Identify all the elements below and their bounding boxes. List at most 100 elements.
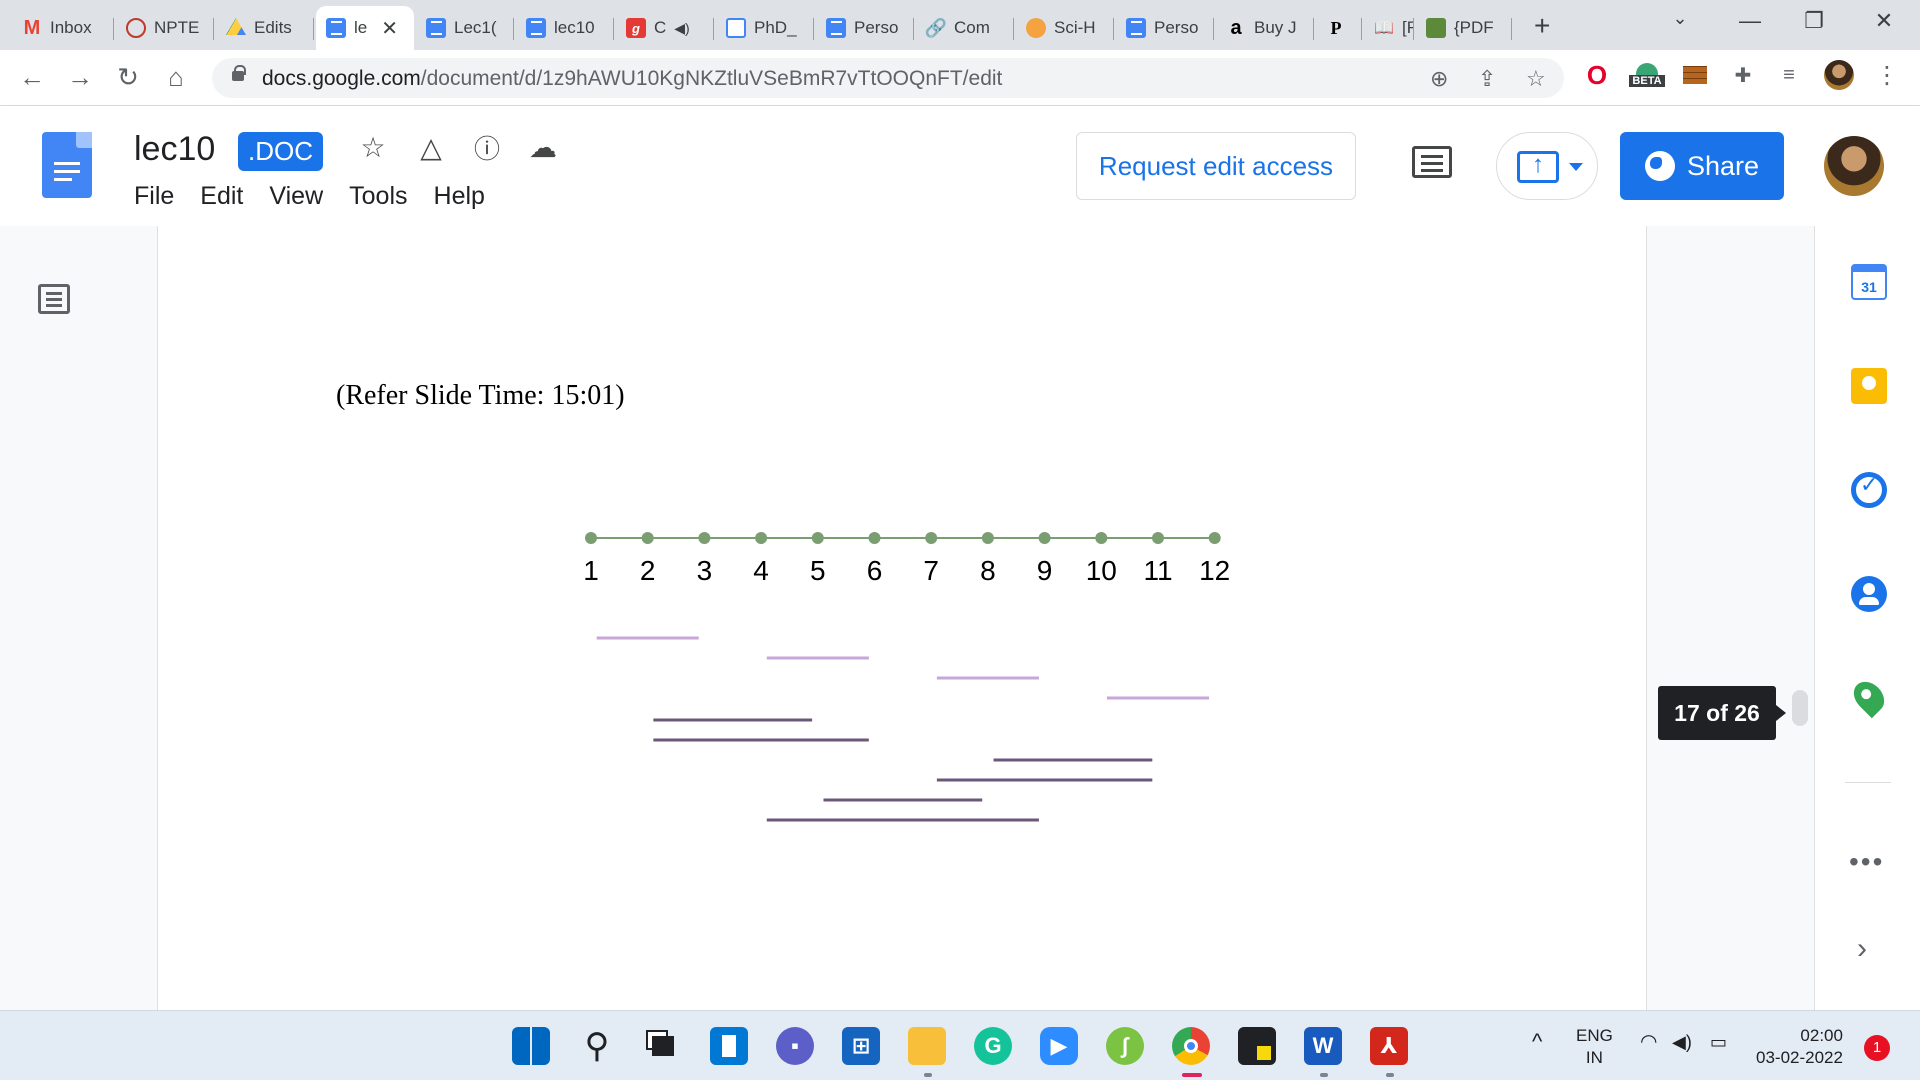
- maps-icon[interactable]: [1847, 675, 1891, 719]
- keep-icon[interactable]: [1851, 368, 1887, 404]
- minimize-button[interactable]: —: [1730, 8, 1770, 34]
- speaker-icon[interactable]: ◀): [674, 20, 689, 37]
- search-icon[interactable]: ⚲: [578, 1027, 616, 1065]
- move-to-drive-icon[interactable]: △: [414, 130, 448, 164]
- widgets-icon[interactable]: [710, 1027, 748, 1065]
- media-control-icon[interactable]: ≡: [1774, 60, 1804, 90]
- tab-pdf[interactable]: {PDF: [1416, 6, 1512, 50]
- language-indicator[interactable]: ENG IN: [1576, 1025, 1613, 1069]
- close-icon[interactable]: ✕: [381, 16, 398, 41]
- file-explorer-icon[interactable]: [908, 1027, 946, 1065]
- restore-button[interactable]: ❐: [1794, 8, 1834, 34]
- timeline-tick-label: 12: [1199, 555, 1230, 586]
- tab-active-doc[interactable]: le ✕: [316, 6, 414, 50]
- pdf-site-icon: [1426, 18, 1446, 38]
- tab-phd[interactable]: PhD_: [716, 6, 814, 50]
- region-code: IN: [1585, 1048, 1603, 1067]
- cloud-status-icon[interactable]: ☁: [526, 130, 560, 164]
- menu-edit[interactable]: Edit: [200, 182, 243, 211]
- task-view-icon[interactable]: [644, 1027, 682, 1065]
- brick-extension-icon[interactable]: [1680, 60, 1710, 90]
- menu-view[interactable]: View: [269, 182, 323, 211]
- chevron-right-icon[interactable]: ›: [1857, 932, 1867, 966]
- tab-perso-1[interactable]: Perso: [816, 6, 914, 50]
- present-button[interactable]: [1496, 132, 1598, 200]
- tab-book[interactable]: 📖 [F: [1364, 6, 1414, 50]
- timeline-point: [1038, 532, 1051, 544]
- info-icon[interactable]: ⓘ: [470, 130, 504, 164]
- extensions-puzzle-icon[interactable]: ✚: [1728, 60, 1758, 90]
- menu-help[interactable]: Help: [434, 182, 485, 211]
- tab-scihub[interactable]: Sci-H: [1016, 6, 1114, 50]
- document-outline-icon[interactable]: [38, 284, 70, 314]
- docs-header: lec10 .DOC ☆ △ ⓘ ☁ File Edit View Tools …: [0, 106, 1920, 226]
- timeline-point: [1208, 532, 1221, 544]
- chrome-icon[interactable]: [1172, 1027, 1210, 1065]
- word-icon[interactable]: W: [1304, 1027, 1342, 1065]
- beta-extension-icon[interactable]: BETA: [1628, 60, 1666, 90]
- opera-extension-icon[interactable]: O: [1582, 60, 1612, 90]
- grammarly-taskbar-icon[interactable]: G: [974, 1027, 1012, 1065]
- sticky-notes-icon[interactable]: [1238, 1027, 1276, 1065]
- scrollbar-thumb[interactable]: [1792, 690, 1808, 726]
- docs-icon: [1126, 18, 1146, 38]
- tab-label: PhD_: [754, 18, 797, 37]
- browser-menu-icon[interactable]: ⋮: [1872, 60, 1902, 90]
- forward-button[interactable]: →: [64, 62, 96, 93]
- more-addons-icon[interactable]: •••: [1849, 846, 1884, 878]
- zoom-icon[interactable]: ⊕: [1430, 66, 1448, 92]
- menu-tools[interactable]: Tools: [349, 182, 407, 211]
- tab-p[interactable]: P: [1316, 6, 1362, 50]
- chevron-down-icon: [1569, 163, 1583, 171]
- zoom-icon[interactable]: ▶: [1040, 1027, 1078, 1065]
- acrobat-icon[interactable]: ⅄: [1370, 1027, 1408, 1065]
- tab-lec1[interactable]: Lec1(: [416, 6, 514, 50]
- share-page-icon[interactable]: ⇪: [1478, 66, 1496, 92]
- start-icon[interactable]: [512, 1027, 550, 1065]
- menu-file[interactable]: File: [134, 182, 174, 211]
- chevron-up-icon[interactable]: ^: [1532, 1031, 1542, 1053]
- tab-amazon[interactable]: a Buy J: [1216, 6, 1314, 50]
- scihub-icon: [1026, 18, 1046, 38]
- wifi-icon[interactable]: ◠: [1640, 1031, 1657, 1053]
- share-button[interactable]: Share: [1620, 132, 1784, 200]
- tab-audio[interactable]: g C ◀): [616, 6, 714, 50]
- tab-search-icon[interactable]: ⌄: [1660, 8, 1700, 29]
- docs-logo-icon[interactable]: [42, 132, 92, 198]
- contacts-icon[interactable]: [1851, 576, 1887, 612]
- tab-perso-2[interactable]: Perso: [1116, 6, 1214, 50]
- teams-chat-icon[interactable]: ▪: [776, 1027, 814, 1065]
- comments-icon[interactable]: [1412, 146, 1452, 178]
- reload-button[interactable]: ↻: [112, 62, 144, 93]
- battery-icon[interactable]: ▭: [1710, 1031, 1727, 1053]
- profile-avatar[interactable]: [1824, 60, 1854, 90]
- calendar-icon[interactable]: 31: [1851, 264, 1887, 300]
- side-panel-divider: [1845, 782, 1891, 783]
- document-page: (Refer Slide Time: 15:01) 1 2 3 4 5 6 7 8 9 10 11 1…: [157, 226, 1647, 1010]
- tab-nptel[interactable]: NPTE: [116, 6, 214, 50]
- tab-lec10[interactable]: lec10: [516, 6, 614, 50]
- store-icon[interactable]: ⊞: [842, 1027, 880, 1065]
- timeline-point: [925, 532, 938, 544]
- bookmark-star-icon[interactable]: ☆: [1526, 66, 1546, 92]
- volume-icon[interactable]: ◀): [1672, 1031, 1692, 1053]
- timeline-tick-label: 2: [640, 555, 656, 586]
- notification-badge[interactable]: 1: [1864, 1035, 1890, 1061]
- address-bar[interactable]: docs.google.com/document/d/1z9hAWU10KgNK…: [212, 58, 1564, 98]
- close-window-button[interactable]: ✕: [1864, 8, 1904, 34]
- home-button[interactable]: ⌂: [160, 62, 192, 93]
- new-tab-button[interactable]: +: [1534, 10, 1550, 42]
- tab-inbox[interactable]: M Inbox: [12, 6, 114, 50]
- evernote-icon[interactable]: ∫: [1106, 1027, 1144, 1065]
- request-edit-access-button[interactable]: Request edit access: [1076, 132, 1356, 200]
- star-icon[interactable]: ☆: [356, 130, 390, 164]
- tab-com[interactable]: 🔗 Com: [916, 6, 1014, 50]
- account-avatar[interactable]: [1824, 136, 1884, 196]
- tab-edits[interactable]: Edits: [216, 6, 314, 50]
- tasks-icon[interactable]: [1851, 472, 1887, 508]
- document-title[interactable]: lec10: [134, 130, 215, 169]
- tab-label: Inbox: [50, 18, 92, 37]
- clock[interactable]: 02:00 03-02-2022: [1756, 1025, 1843, 1069]
- back-button[interactable]: ←: [16, 62, 48, 93]
- tab-label: Buy J: [1254, 18, 1297, 37]
